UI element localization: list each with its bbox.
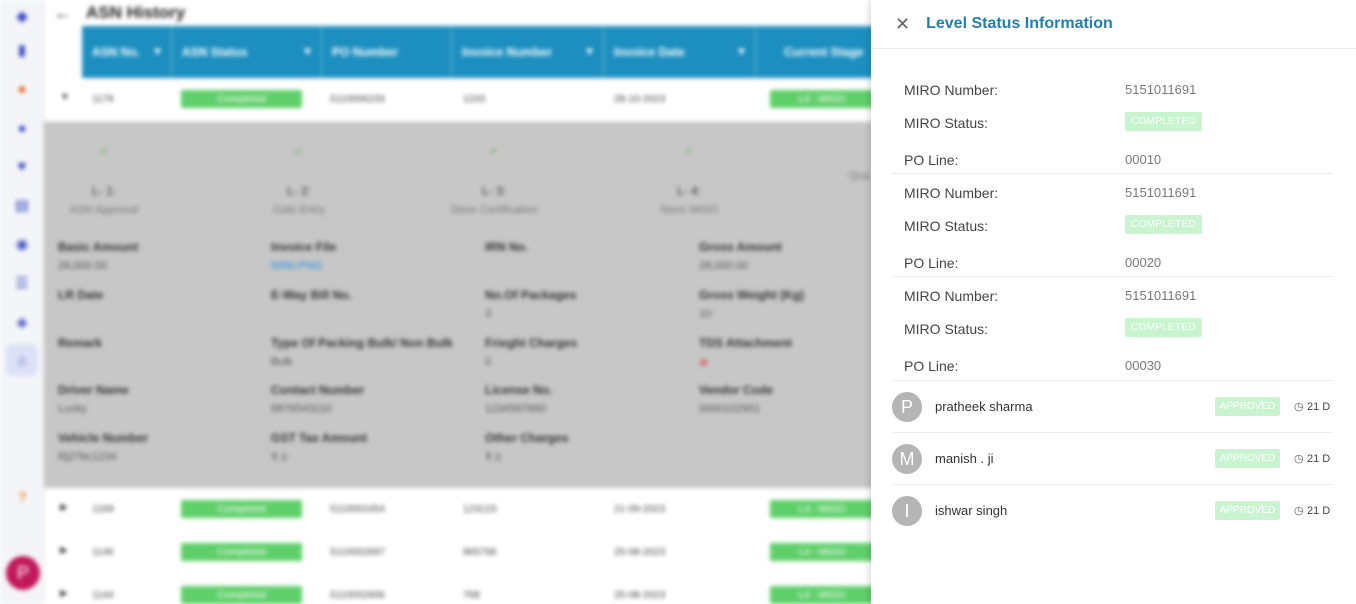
chevron-right-icon[interactable]: ▶ <box>60 502 68 513</box>
approver-name: manish . ji <box>935 451 994 466</box>
clock-icon: ◷ <box>1294 401 1304 413</box>
cancel-circle-icon: ⊗ <box>699 357 709 369</box>
miro-entry: MIRO Number: 5151011691 MIRO Status: COMPL… <box>892 174 1333 277</box>
logo-icon: ◆ <box>16 8 28 25</box>
bell-icon[interactable]: ● <box>12 118 32 138</box>
age-label: 21 D <box>1307 505 1331 517</box>
approved-badge: APPROVED <box>1215 501 1280 520</box>
expanded-row-details: ✓ L- 1: ASN Approval ✓ L- 2: Gate Entry ✓ L- … <box>44 122 874 488</box>
approved-badge: APPROVED <box>1215 397 1280 416</box>
stage-step: ✓ L- 4: Store MIGO <box>659 144 719 216</box>
tags-icon[interactable]: ◈ <box>12 312 32 332</box>
table-row[interactable]: ▶ 1146 Completed 5110002697 865768 25-08… <box>44 531 874 575</box>
level-status-panel: ✕ Level Status Information MIRO Number: 5… <box>871 0 1356 604</box>
miro-entry: MIRO Number: 5151011691 MIRO Status: COMPL… <box>892 70 1333 174</box>
list-icon[interactable]: ☰ <box>12 273 32 293</box>
filter-icon: ▼ <box>302 46 313 58</box>
table-row[interactable]: ▶ 1144 Completed 5110002606 768 25-08-20… <box>44 574 874 604</box>
column-header[interactable]: ASN Status ▼ <box>172 26 322 78</box>
status-badge: COMPLETED <box>1125 112 1202 131</box>
page-title: ASN History <box>86 3 186 22</box>
chevron-right-icon[interactable]: ▶ <box>60 545 68 556</box>
avatar: I <box>892 496 922 526</box>
panel-title: Level Status Information <box>926 15 1113 32</box>
approver-item: I ishwar singh APPROVED ◷ 21 D <box>892 485 1333 537</box>
column-header[interactable]: Invoice Number ▼ <box>452 26 604 78</box>
search-doc-icon[interactable]: ◉ <box>12 234 32 254</box>
approver-name: pratheek sharma <box>935 399 1033 414</box>
miro-entry: MIRO Number: 5151011691 MIRO Status: COMPL… <box>892 277 1333 381</box>
table-header: ASN No. ▼ ASN Status ▼ PO Number Invoice N… <box>82 26 874 78</box>
age-label: 21 D <box>1307 453 1331 465</box>
sidebar: ◆ ▮ ✦ ● ♥ ▤ ◉ ☰ ◈ ⌂ ? P <box>0 0 44 604</box>
clock-icon: ◷ <box>1294 505 1304 517</box>
avatar: M <box>892 444 922 474</box>
approver-item: M manish . ji APPROVED ◷ 21 D <box>892 433 1333 485</box>
column-header[interactable]: PO Number <box>322 26 452 78</box>
user-avatar[interactable]: P <box>6 556 40 590</box>
age-label: 21 D <box>1307 401 1331 413</box>
status-badge: COMPLETED <box>1125 318 1202 337</box>
back-arrow-icon[interactable]: ← <box>54 3 72 24</box>
stage-step: ✓ L- 2: Gate Entry <box>272 144 326 216</box>
clock-icon: ◷ <box>1294 453 1304 465</box>
approver-item: P pratheek sharma APPROVED ◷ 21 D <box>892 381 1333 433</box>
chart-icon[interactable]: ▮ <box>12 40 32 60</box>
filter-icon: ▼ <box>736 46 747 58</box>
column-header[interactable]: ASN No. ▼ <box>82 26 172 78</box>
status-badge: COMPLETED <box>1125 215 1202 234</box>
filter-icon: ▼ <box>584 46 595 58</box>
column-header[interactable]: Invoice Date ▼ <box>604 26 756 78</box>
page-header: ← ASN History <box>44 0 874 26</box>
home-icon[interactable]: ⌂ <box>6 344 38 376</box>
handshake-icon[interactable]: ✦ <box>12 80 32 100</box>
chevron-down-icon[interactable]: ▼ <box>60 92 70 103</box>
approver-name: ishwar singh <box>935 503 1008 518</box>
close-icon[interactable]: ✕ <box>895 15 910 33</box>
table-row[interactable]: ▶ 1169 Completed 5110002454 123123 21-09… <box>44 488 874 532</box>
column-header[interactable]: Current Stage <box>756 26 874 78</box>
avatar: P <box>892 392 922 422</box>
chevron-right-icon[interactable]: ▶ <box>60 588 68 599</box>
filter-icon: ▼ <box>152 46 163 58</box>
stage-step: ✓ L- 3: Store Certification <box>450 144 538 216</box>
help-icon[interactable]: ? <box>12 487 32 507</box>
stage-step: ✓ L- 1: ASN Approval <box>69 144 139 216</box>
table-row[interactable]: ▼ 1179 Completed 5110006233 1243 28-10-2… <box>44 78 874 122</box>
panel-header: ✕ Level Status Information <box>871 0 1356 49</box>
approved-badge: APPROVED <box>1215 449 1280 468</box>
